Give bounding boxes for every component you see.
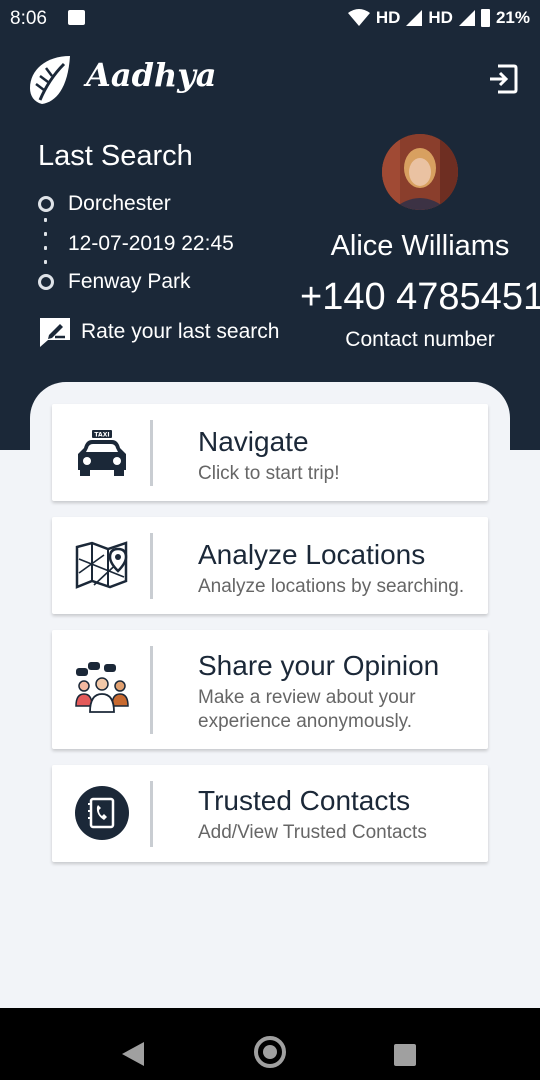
back-icon[interactable] bbox=[122, 1042, 144, 1066]
rate-label: Rate your last search bbox=[81, 320, 280, 343]
card-divider bbox=[150, 781, 153, 847]
card-title: Analyze Locations bbox=[198, 539, 426, 570]
route-dash bbox=[44, 260, 47, 264]
card-subtitle: Make a review about your experience anon… bbox=[198, 687, 416, 732]
route-dash bbox=[44, 232, 47, 236]
analyze-locations-card[interactable]: Analyze Locations Analyze locations by s… bbox=[52, 517, 488, 614]
app-name: Aadhya bbox=[86, 56, 217, 94]
origin-text: Dorchester bbox=[68, 192, 171, 215]
route-dash bbox=[44, 246, 47, 250]
route-dash bbox=[44, 218, 47, 222]
profile-name: Alice Williams bbox=[330, 230, 510, 262]
signal-icon-1 bbox=[406, 10, 423, 26]
card-divider bbox=[150, 533, 153, 599]
card-divider bbox=[150, 420, 153, 486]
battery-icon bbox=[480, 9, 490, 27]
network-type-1: HD bbox=[375, 8, 401, 27]
map-icon bbox=[75, 541, 128, 589]
share-opinion-card[interactable]: Share your Opinion Make a review about y… bbox=[52, 630, 488, 749]
leaf-logo-icon bbox=[30, 56, 70, 104]
destination-text: Fenway Park bbox=[68, 270, 191, 293]
profile-phone: +140 4785451 bbox=[300, 276, 540, 318]
svg-text:TAXI: TAXI bbox=[94, 432, 109, 439]
status-icons: HD HD 21% bbox=[347, 8, 530, 28]
card-subtitle: Click to start trip! bbox=[198, 463, 340, 484]
card-title: Share your Opinion bbox=[198, 650, 440, 681]
search-datetime: 12-07-2019 22:45 bbox=[68, 232, 234, 255]
wifi-icon bbox=[347, 9, 370, 26]
card-subtitle: Add/View Trusted Contacts bbox=[198, 822, 427, 843]
system-nav-bar bbox=[0, 1008, 540, 1080]
phone-book-icon bbox=[75, 786, 129, 840]
card-title: Trusted Contacts bbox=[198, 785, 411, 816]
app-header: Aadhya bbox=[0, 50, 540, 110]
recent-apps-icon[interactable] bbox=[394, 1044, 416, 1066]
status-time: 8:06 bbox=[10, 8, 47, 29]
last-search-title: Last Search bbox=[38, 140, 193, 172]
destination-dot-icon bbox=[38, 274, 54, 290]
card-subtitle: Analyze locations by searching. bbox=[198, 576, 465, 597]
battery-level: 21% bbox=[495, 8, 530, 27]
logout-icon[interactable] bbox=[488, 64, 518, 94]
trusted-contacts-card[interactable]: Trusted Contacts Add/View Trusted Contac… bbox=[52, 765, 488, 862]
network-type-2: HD bbox=[428, 8, 453, 27]
home-icon[interactable] bbox=[254, 1036, 286, 1068]
rate-last-search-button[interactable]: Rate your last search bbox=[38, 316, 279, 348]
profile-phone-label: Contact number bbox=[345, 328, 495, 351]
taxi-icon: TAXI bbox=[78, 430, 126, 476]
origin-dot-icon bbox=[38, 196, 54, 212]
image-notification-icon bbox=[68, 10, 85, 25]
signal-icon-2 bbox=[458, 10, 475, 26]
card-title: Navigate bbox=[198, 426, 309, 457]
navigate-card[interactable]: TAXI Navigate Click to start trip! bbox=[52, 404, 488, 501]
rate-edit-icon bbox=[40, 318, 70, 347]
avatar[interactable] bbox=[382, 134, 458, 210]
card-divider bbox=[150, 646, 153, 734]
status-bar: 8:06 HD HD 21% bbox=[0, 0, 540, 38]
people-chat-icon bbox=[75, 662, 129, 713]
